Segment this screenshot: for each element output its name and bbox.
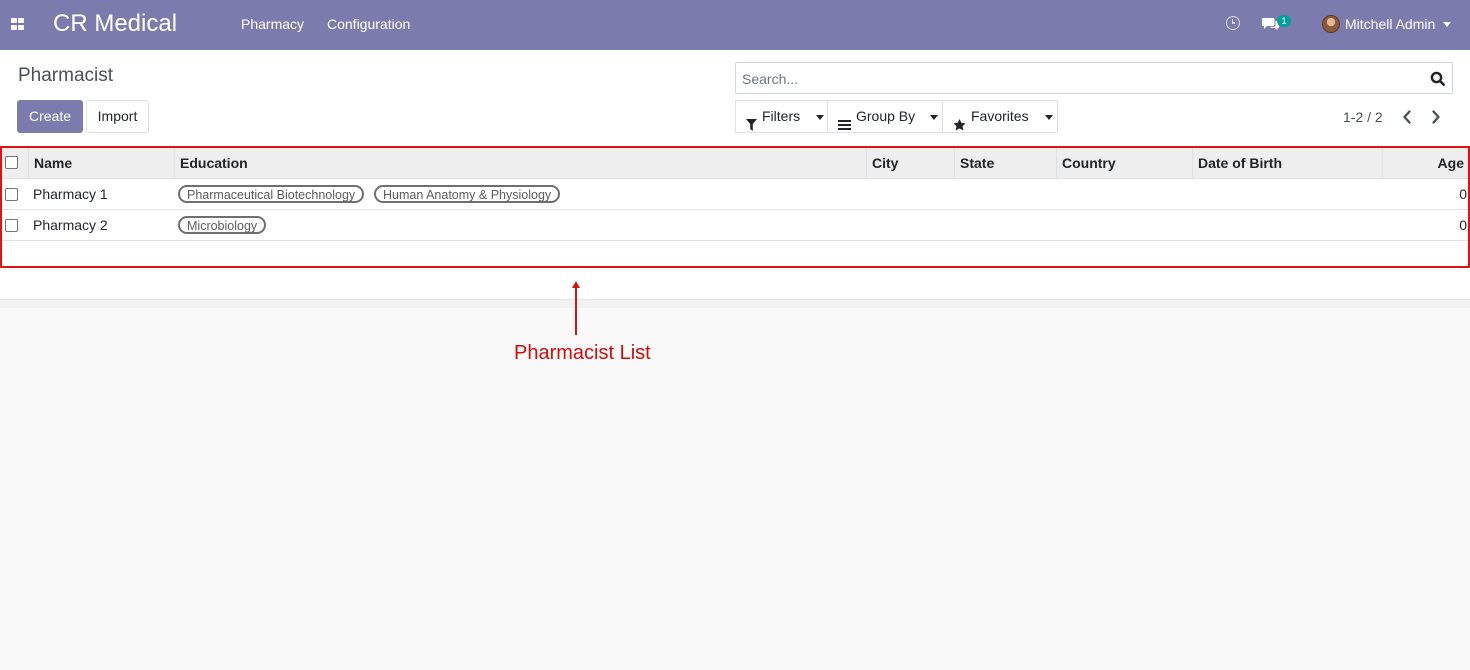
filters-dropdown[interactable]: Filters xyxy=(735,100,828,133)
annotation-arrow xyxy=(575,287,577,335)
annotation-label: Pharmacist List xyxy=(514,342,651,364)
import-button[interactable]: Import xyxy=(86,100,149,133)
search-input[interactable] xyxy=(742,69,1402,89)
page-title: Pharmacist xyxy=(18,65,114,86)
groupby-dropdown[interactable]: Group By xyxy=(827,100,943,133)
create-button[interactable]: Create xyxy=(17,100,83,133)
apps-icon[interactable] xyxy=(11,18,24,30)
search-icon[interactable] xyxy=(1430,71,1445,86)
groupby-icon xyxy=(838,111,851,142)
favorites-dropdown[interactable]: Favorites xyxy=(942,100,1058,133)
activity-clock-icon[interactable] xyxy=(1226,16,1240,30)
avatar[interactable] xyxy=(1322,15,1340,33)
star-icon xyxy=(953,111,966,142)
groupby-label: Group By xyxy=(856,108,916,124)
menu-item-pharmacy[interactable]: Pharmacy xyxy=(241,16,304,33)
favorites-label: Favorites xyxy=(971,108,1029,124)
search-bar xyxy=(735,62,1453,94)
messages-count-badge: 1 xyxy=(1277,15,1291,27)
annotation-highlight-box xyxy=(0,146,1470,268)
user-menu-name[interactable]: Mitchell Admin xyxy=(1345,16,1435,33)
chevron-down-icon[interactable] xyxy=(1443,22,1451,27)
chevron-down-icon xyxy=(816,115,824,120)
menu-item-configuration[interactable]: Configuration xyxy=(327,16,410,33)
pager-value[interactable]: 1-2 / 2 xyxy=(1343,109,1383,126)
chevron-right-icon[interactable] xyxy=(1429,108,1443,126)
top-navbar: CR Medical Pharmacy Configuration 1 Mitc… xyxy=(0,0,1470,50)
chevron-down-icon xyxy=(1045,115,1053,120)
app-brand[interactable]: CR Medical xyxy=(53,10,177,38)
chevron-down-icon xyxy=(930,115,938,120)
chevron-left-icon[interactable] xyxy=(1400,108,1414,126)
filters-label: Filters xyxy=(762,108,801,124)
filter-icon xyxy=(746,111,757,142)
control-panel: Pharmacist Create Import Filters Group B… xyxy=(0,50,1470,145)
list-footer-separator xyxy=(0,299,1470,308)
